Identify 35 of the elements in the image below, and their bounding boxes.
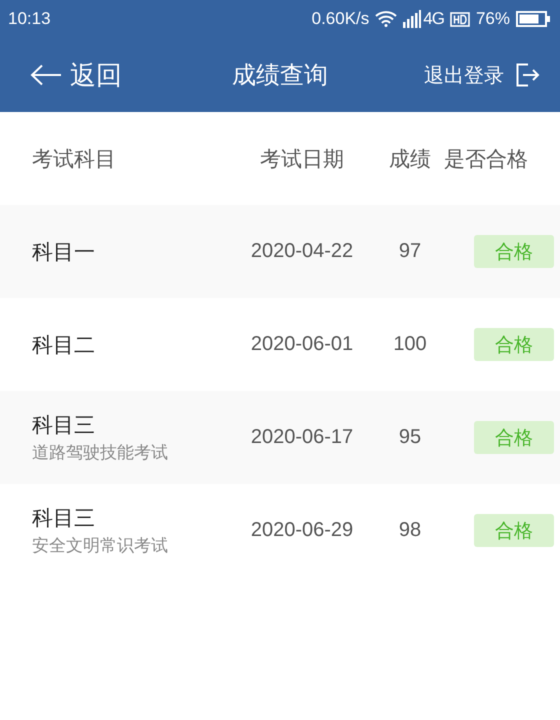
subject-name: 科目二 — [32, 332, 96, 358]
battery-percent: 76% — [476, 9, 510, 29]
result-tag: 合格 — [474, 328, 554, 361]
column-header: 是否合格 — [444, 146, 528, 172]
logout-button[interactable]: 退出登录 — [424, 58, 540, 92]
exam-date: 2020-06-17 — [250, 426, 354, 449]
column-header: 考试科目 — [32, 146, 117, 172]
result-tag: 合格 — [474, 235, 554, 268]
exam-date: 2020-04-22 — [250, 240, 354, 263]
hd-icon — [450, 12, 470, 26]
battery-icon — [516, 11, 550, 27]
score: 98 — [398, 519, 422, 542]
network-speed: 0.60K/s — [312, 9, 370, 29]
subject-note: 安全文明常识考试 — [32, 535, 169, 557]
subject-name: 科目一 — [32, 238, 96, 266]
subject-name: 科目三 — [32, 412, 96, 439]
result-tag: 合格 — [474, 421, 554, 454]
back-button[interactable]: 返回 — [30, 54, 122, 96]
column-header: 考试日期 — [260, 146, 344, 172]
back-arrow-icon — [30, 64, 62, 86]
exam-date: 2020-06-29 — [250, 519, 354, 542]
score: 95 — [398, 426, 422, 449]
score: 100 — [393, 333, 427, 356]
score: 97 — [398, 240, 422, 263]
subject-name: 科目三 — [32, 505, 96, 532]
signal-icon — [403, 10, 424, 28]
result-tag: 合格 — [474, 514, 554, 547]
exam-date: 2020-06-01 — [250, 333, 354, 356]
logout-icon — [516, 63, 540, 87]
clock: 10:13 — [8, 9, 51, 29]
subject-note: 道路驾驶技能考试 — [32, 442, 169, 464]
page-title: 成绩查询 — [232, 60, 328, 91]
column-header: 成绩 — [389, 146, 431, 172]
wifi-icon — [375, 11, 398, 27]
network-type: 4G — [423, 9, 444, 29]
